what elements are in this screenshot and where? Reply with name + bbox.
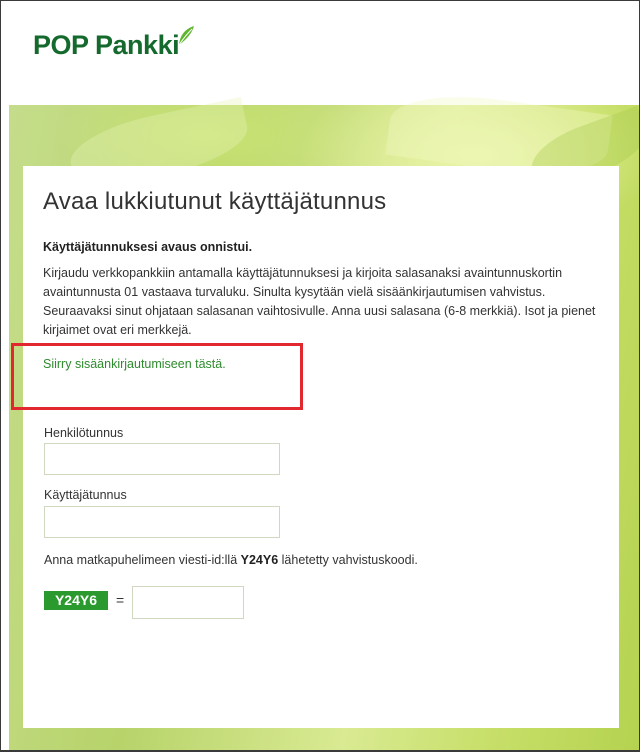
henkilotunnus-label: Henkilötunnus: [44, 426, 124, 440]
sms-id-badge: Y24Y6: [44, 591, 108, 610]
instructions-text: Kirjaudu verkkopankkiin antamalla käyttä…: [43, 266, 596, 337]
sms-prefix: Anna matkapuhelimeen viesti-id:llä: [44, 553, 241, 567]
annotation-highlight-box: [11, 343, 303, 410]
kayttajatunnus-input[interactable]: [44, 506, 280, 538]
equals-sign: =: [116, 592, 125, 608]
henkilotunnus-input[interactable]: [44, 443, 280, 475]
verification-code-input[interactable]: [132, 586, 244, 619]
kayttajatunnus-label: Käyttäjätunnus: [44, 488, 127, 502]
content-panel: Avaa lukkiutunut käyttäjätunnus Käyttäjä…: [23, 166, 619, 728]
sms-suffix: lähetetty vahvistuskoodi.: [278, 553, 418, 567]
logo-text: POP Pankki: [33, 30, 180, 60]
leaf-icon: [178, 26, 195, 46]
sms-instruction: Anna matkapuhelimeen viesti-id:llä Y24Y6…: [44, 553, 418, 567]
header: POP Pankki: [9, 1, 639, 105]
sms-id: Y24Y6: [240, 553, 279, 567]
page-title: Avaa lukkiutunut käyttäjätunnus: [43, 188, 387, 215]
browser-frame: POP Pankki Avaa lukkiutunut käyttäjätunn…: [0, 0, 640, 752]
success-message: Käyttäjätunnuksesi avaus onnistui.: [43, 240, 253, 254]
pop-pankki-logo[interactable]: POP Pankki: [33, 26, 195, 69]
